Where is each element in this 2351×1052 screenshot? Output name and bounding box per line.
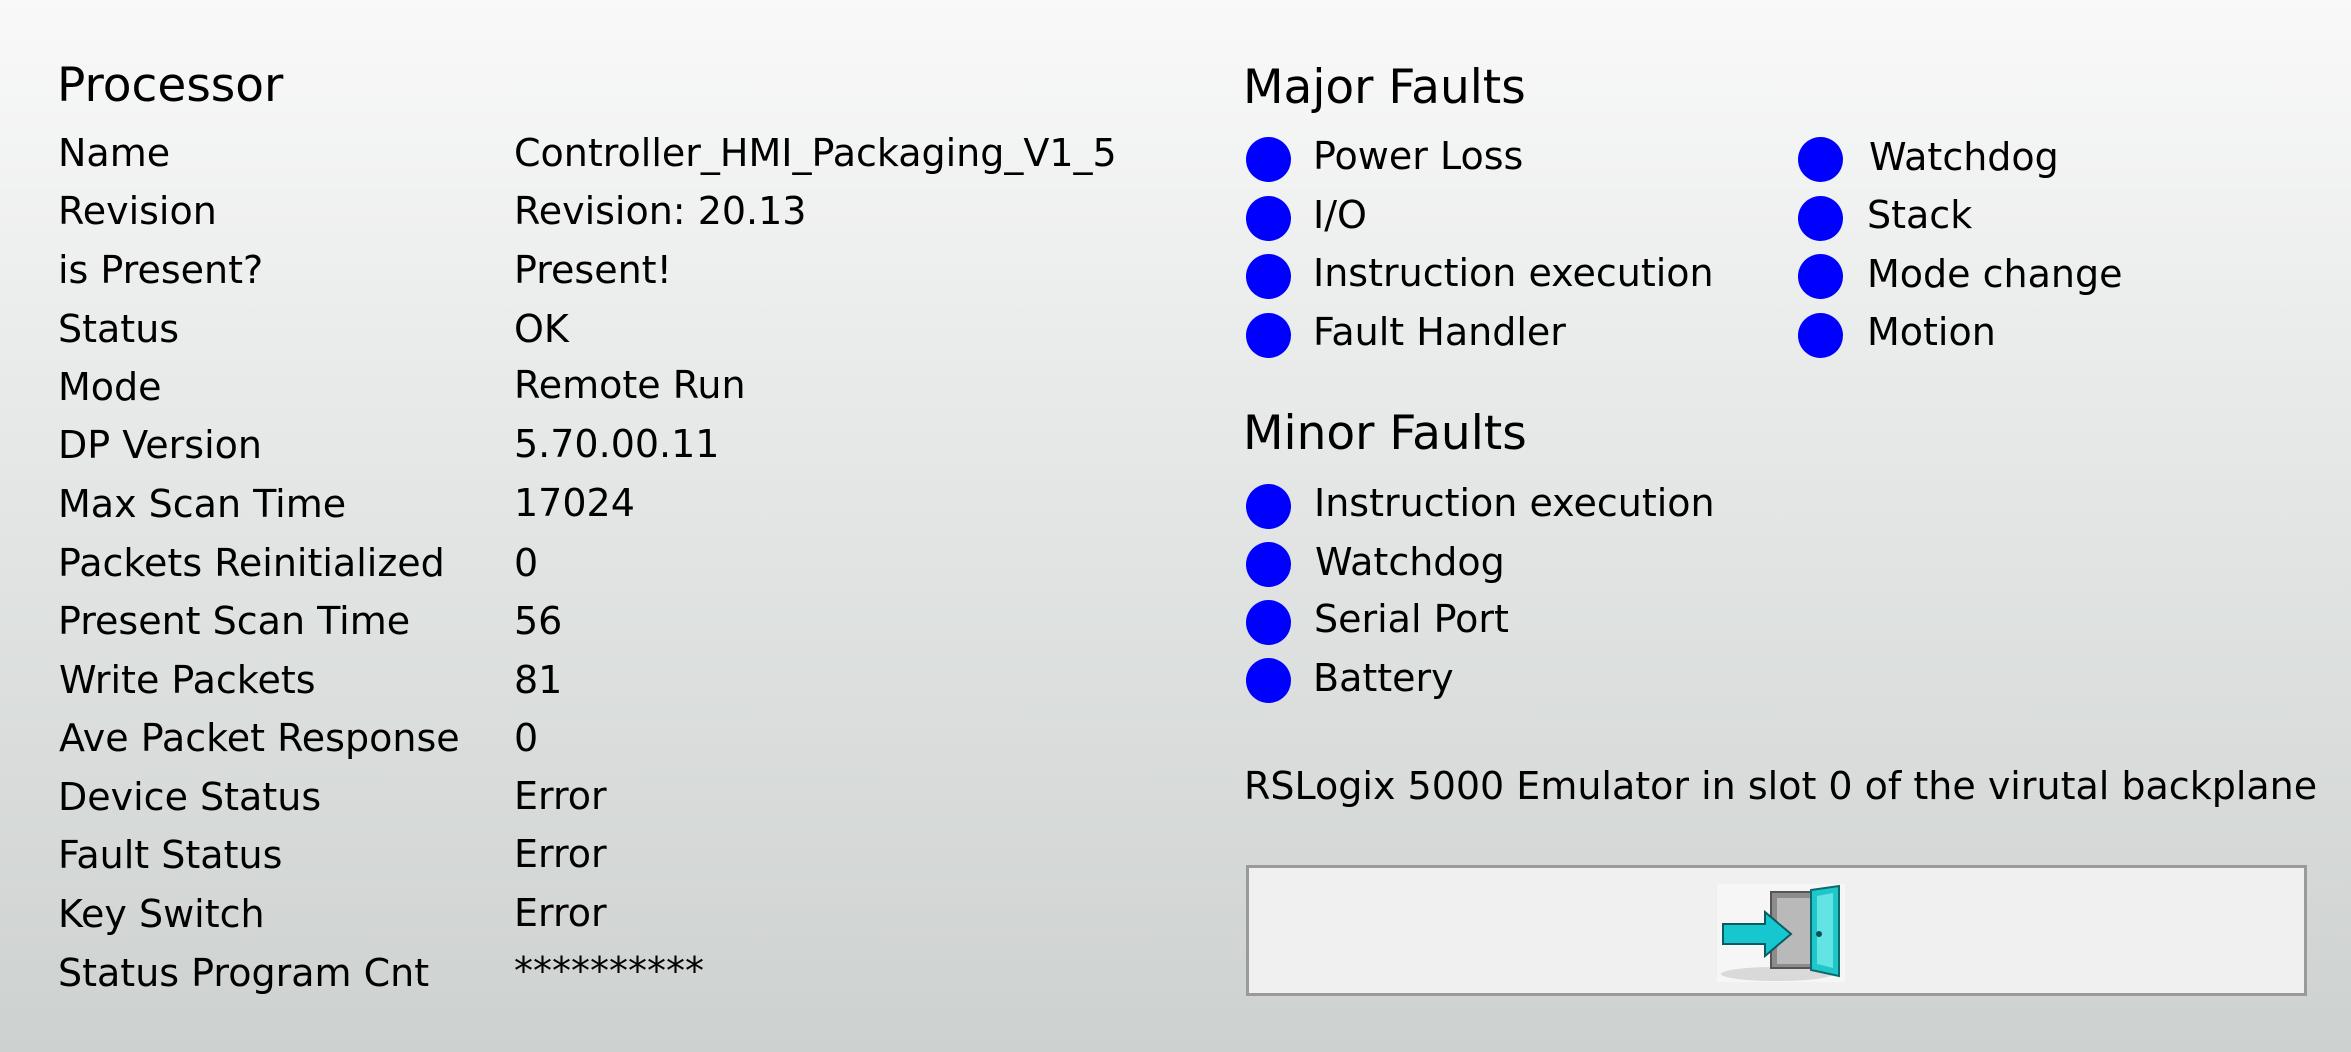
emulator-slot-info-text: RSLogix 5000 Emulator in slot 0 of the v…	[1244, 764, 2318, 808]
minor-fault-watchdog-label: Watchdog	[1315, 540, 1505, 584]
row-label-packets-reinitialized: Packets Reinitialized	[58, 541, 445, 585]
row-value-name: Controller_HMI_Packaging_V1_5	[514, 131, 1117, 175]
major-fault-io-indicator	[1246, 196, 1291, 241]
row-value-status: OK	[514, 307, 569, 351]
minor-fault-instruction-execution-indicator	[1246, 484, 1291, 529]
row-label-status-program-cnt: Status Program Cnt	[58, 951, 430, 995]
row-label-name: Name	[58, 131, 171, 175]
row-label-status: Status	[58, 307, 180, 351]
row-label-fault-status: Fault Status	[58, 833, 283, 877]
row-value-status-program-cnt: **********	[514, 949, 704, 993]
minor-fault-serial-port-indicator	[1246, 600, 1291, 645]
row-value-key-switch: Error	[514, 891, 607, 935]
row-value-device-status: Error	[514, 774, 607, 818]
row-label-present-scan-time: Present Scan Time	[58, 599, 411, 643]
row-value-dp-version: 5.70.00.11	[514, 422, 720, 466]
major-fault-watchdog-label: Watchdog	[1869, 135, 2059, 179]
minor-fault-serial-port-label: Serial Port	[1314, 597, 1509, 641]
minor-fault-watchdog-indicator	[1246, 542, 1291, 587]
minor-fault-battery-indicator	[1246, 658, 1291, 703]
row-value-mode: Remote Run	[514, 363, 746, 407]
row-value-max-scan-time: 17024	[514, 481, 635, 525]
major-fault-fault-handler-label: Fault Handler	[1313, 310, 1566, 354]
row-label-max-scan-time: Max Scan Time	[58, 482, 347, 526]
major-fault-instruction-execution-indicator	[1246, 254, 1291, 299]
major-fault-fault-handler-indicator	[1246, 313, 1291, 358]
minor-fault-instruction-execution-label: Instruction execution	[1314, 481, 1715, 525]
row-label-key-switch: Key Switch	[58, 892, 265, 936]
row-value-fault-status: Error	[514, 832, 607, 876]
row-label-ave-packet-response: Ave Packet Response	[59, 716, 460, 760]
processor-heading: Processor	[57, 58, 284, 113]
major-fault-stack-indicator	[1798, 196, 1843, 241]
major-fault-io-label: I/O	[1313, 193, 1367, 237]
row-value-ave-packet-response: 0	[514, 716, 539, 760]
row-value-write-packets: 81	[514, 658, 563, 702]
row-label-write-packets: Write Packets	[59, 658, 316, 702]
major-faults-heading: Major Faults	[1243, 60, 1526, 115]
major-fault-instruction-execution-label: Instruction execution	[1313, 251, 1714, 295]
major-fault-watchdog-indicator	[1798, 137, 1843, 182]
major-fault-mode-change-indicator	[1798, 254, 1843, 299]
major-fault-stack-label: Stack	[1867, 193, 1973, 237]
exit-door-icon	[1717, 884, 1845, 982]
major-fault-motion-label: Motion	[1867, 310, 1996, 354]
major-fault-mode-change-label: Mode change	[1867, 252, 2123, 296]
major-fault-motion-indicator	[1798, 313, 1843, 358]
minor-fault-battery-label: Battery	[1313, 656, 1454, 700]
row-label-device-status: Device Status	[58, 775, 322, 819]
row-label-revision: Revision	[58, 189, 217, 233]
row-label-dp-version: DP Version	[58, 423, 262, 467]
exit-button[interactable]	[1246, 865, 2307, 996]
major-fault-power-loss-label: Power Loss	[1313, 134, 1524, 178]
row-label-mode: Mode	[58, 365, 162, 409]
minor-faults-heading: Minor Faults	[1243, 406, 1527, 461]
row-value-present-scan-time: 56	[514, 599, 563, 643]
row-label-is-present: is Present?	[58, 248, 264, 292]
row-value-revision: Revision: 20.13	[514, 189, 807, 233]
row-value-is-present: Present!	[514, 248, 672, 292]
row-value-packets-reinitialized: 0	[514, 541, 539, 585]
major-fault-power-loss-indicator	[1246, 137, 1291, 182]
